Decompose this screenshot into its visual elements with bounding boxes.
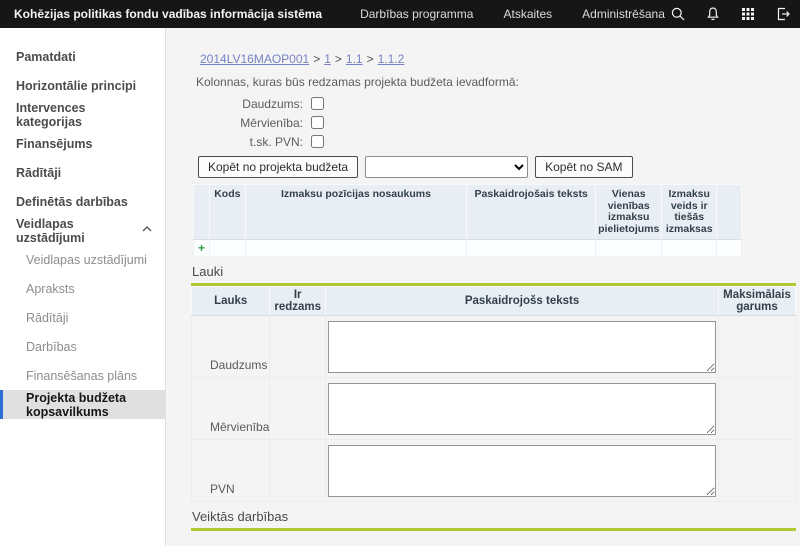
breadcrumb-link-1-1-2[interactable]: 1.1.2	[378, 52, 405, 66]
columns-intro-label: Kolonnas, kuras būs redzamas projekta bu…	[196, 75, 796, 89]
cost-positions-table: Kods Izmaksu pozīcijas nosaukums Paskaid…	[193, 184, 742, 257]
copy-from-sam-button[interactable]: Kopēt no SAM	[535, 156, 632, 178]
sam-select[interactable]	[365, 156, 528, 178]
breadcrumb: 2014LV16MAOP001>1>1.1>1.1.2	[200, 52, 796, 66]
topbar: Kohēzijas politikas fondu vadības inform…	[0, 0, 800, 28]
field-label-daudzums: Daudzums	[192, 316, 270, 378]
tsk-pvn-checkbox[interactable]	[311, 135, 324, 148]
sidebar-subitem-projekta-budzeta-kopsavilkums[interactable]: Projekta budžeta kopsavilkums	[0, 390, 165, 419]
sidebar-item-intervences-kategorijas[interactable]: Intervences kategorijas	[0, 100, 165, 129]
cost-header-empty-right	[717, 185, 742, 240]
fields-header-maksimalais-garums: Maksimālais garums	[719, 287, 796, 316]
nav-administresana[interactable]: Administrēšana	[582, 7, 665, 21]
field-row-mervieniba: Mērvienība	[192, 378, 796, 440]
mervieniba-checkbox[interactable]	[311, 116, 324, 129]
field-row-daudzums: Daudzums	[192, 316, 796, 378]
sidebar: Pamatdati Horizontālie principi Interven…	[0, 28, 166, 546]
cost-header-kods: Kods	[210, 185, 246, 240]
checkbox-row-tsk-pvn: t.sk. PVN:	[197, 132, 796, 151]
checkbox-row-daudzums: Daudzums:	[197, 94, 796, 113]
fields-header-ir-redzams: Ir redzams	[270, 287, 326, 316]
sidebar-subitem-apraksts[interactable]: Apraksts	[0, 274, 165, 303]
checkbox-row-mervieniba: Mērvienība:	[197, 113, 796, 132]
sidebar-item-finansejums[interactable]: Finansējums	[0, 129, 165, 158]
copy-from-project-budget-button[interactable]: Kopēt no projekta budžeta	[198, 156, 358, 178]
copy-controls-row: Kopēt no projekta budžeta Kopēt no SAM	[198, 156, 796, 178]
daudzums-checkbox-label: Daudzums:	[197, 97, 303, 111]
cost-header-izmaksu-veids: Izmaksu veids ir tiešās izmaksas	[662, 185, 717, 240]
nav-darbibas-programma[interactable]: Darbības programma	[360, 7, 473, 21]
cost-header-paskaidrojosais-teksts: Paskaidrojošais teksts	[467, 185, 596, 240]
sidebar-subitem-darbibas[interactable]: Darbības	[0, 332, 165, 361]
main-content: 2014LV16MAOP001>1>1.1>1.1.2 Kolonnas, ku…	[166, 28, 800, 546]
daudzums-checkbox[interactable]	[311, 97, 324, 110]
pvn-description-textarea[interactable]	[328, 445, 716, 497]
breadcrumb-link-1[interactable]: 1	[324, 52, 331, 66]
breadcrumb-link-1-1[interactable]: 1.1	[346, 52, 363, 66]
chevron-up-icon	[141, 223, 153, 238]
topbar-nav: Darbības programma Atskaites Administrēš…	[360, 7, 665, 21]
sidebar-subitem-veidlapas-uzstadijumi[interactable]: Veidlapas uzstādījumi	[0, 245, 165, 274]
search-icon[interactable]	[665, 1, 691, 27]
veiktas-darbibas-section-divider	[191, 528, 796, 531]
cost-header-vienas-vienibas: Vienas vienības izmaksu pielietojums	[596, 185, 662, 240]
field-label-pvn: PVN	[192, 440, 270, 502]
sidebar-item-definetas-darbibas[interactable]: Definētās darbības	[0, 187, 165, 216]
field-row-pvn: PVN	[192, 440, 796, 502]
fields-header-paskaidrojoss-teksts: Paskaidrojošs teksts	[326, 287, 719, 316]
mervieniba-checkbox-label: Mērvienība:	[197, 116, 303, 130]
fields-table: Lauks Ir redzams Paskaidrojošs teksts Ma…	[191, 286, 796, 502]
cost-header-nosaukums: Izmaksu pozīcijas nosaukums	[245, 185, 467, 240]
veiktas-darbibas-section-title: Veiktās darbības	[192, 509, 796, 524]
fields-table-header-row: Lauks Ir redzams Paskaidrojošs teksts Ma…	[192, 287, 796, 316]
app-title: Kohēzijas politikas fondu vadības inform…	[0, 7, 340, 21]
sidebar-subitem-raditaji[interactable]: Rādītāji	[0, 303, 165, 332]
sidebar-subitem-finansesanas-plans[interactable]: Finansēšanas plāns	[0, 361, 165, 390]
topbar-icons	[665, 1, 800, 27]
app-grid-icon[interactable]	[735, 1, 761, 27]
lauki-section-title: Lauki	[192, 264, 796, 279]
cost-table-header-row: Kods Izmaksu pozīcijas nosaukums Paskaid…	[194, 185, 742, 240]
breadcrumb-link-program[interactable]: 2014LV16MAOP001	[200, 52, 309, 66]
logout-icon[interactable]	[770, 1, 796, 27]
cost-header-empty-left	[194, 185, 210, 240]
field-label-mervieniba: Mērvienība	[192, 378, 270, 440]
daudzums-description-textarea[interactable]	[328, 321, 716, 373]
cost-table-add-row: +	[194, 240, 742, 257]
sidebar-item-horizontalie-principi[interactable]: Horizontālie principi	[0, 71, 165, 100]
sidebar-item-veidlapas-uzstadijumi[interactable]: Veidlapas uzstādījumi	[0, 216, 165, 245]
add-row-icon[interactable]: +	[194, 240, 210, 257]
sidebar-item-pamatdati[interactable]: Pamatdati	[0, 42, 165, 71]
mervieniba-description-textarea[interactable]	[328, 383, 716, 435]
nav-atskaites[interactable]: Atskaites	[503, 7, 552, 21]
fields-header-lauks: Lauks	[192, 287, 270, 316]
bell-icon[interactable]	[700, 1, 726, 27]
sidebar-item-raditaji[interactable]: Rādītāji	[0, 158, 165, 187]
tsk-pvn-checkbox-label: t.sk. PVN:	[197, 135, 303, 149]
